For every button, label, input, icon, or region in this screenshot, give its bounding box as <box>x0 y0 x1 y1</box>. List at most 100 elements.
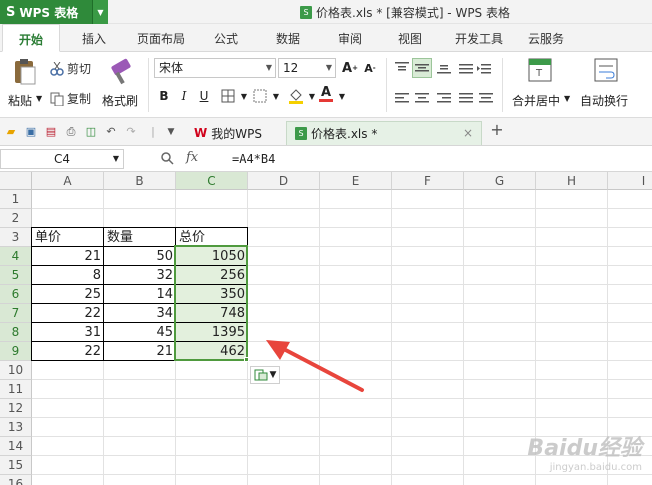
column-header-a[interactable]: A <box>32 172 104 190</box>
borders-button[interactable] <box>220 88 236 104</box>
table-cell[interactable]: 34 <box>104 304 176 323</box>
row-header-9[interactable]: 9 <box>0 342 32 361</box>
tab-developer[interactable]: 开发工具 <box>446 24 512 52</box>
orientation-button[interactable] <box>458 60 474 76</box>
format-painter-button[interactable]: 格式刷 <box>102 58 142 112</box>
table-cell[interactable]: 748 <box>176 304 248 323</box>
indent-button[interactable] <box>476 60 492 76</box>
tab-review[interactable]: 审阅 <box>328 24 372 52</box>
merge-center-button[interactable]: T 合并居中 ▼ <box>508 58 572 112</box>
cell-style-button[interactable] <box>252 88 268 104</box>
align-top-button[interactable] <box>394 60 410 76</box>
row-header-3[interactable]: 3 <box>0 228 32 247</box>
row-header-7[interactable]: 7 <box>0 304 32 323</box>
wrap-text-button[interactable]: 自动换行 <box>578 58 634 112</box>
copy-button[interactable]: 复制 <box>50 90 91 107</box>
column-header-d[interactable]: D <box>248 172 320 190</box>
tab-data[interactable]: 数据 <box>266 24 310 52</box>
table-cell[interactable]: 45 <box>104 323 176 342</box>
row-header-5[interactable]: 5 <box>0 266 32 285</box>
row-header-13[interactable]: 13 <box>0 418 32 437</box>
row-header-4[interactable]: 4 <box>0 247 32 266</box>
table-cell[interactable]: 350 <box>176 285 248 304</box>
save-icon[interactable]: ▣ <box>24 125 38 139</box>
tab-cloud[interactable]: 云服务 <box>518 24 574 52</box>
doc-tab-my-wps[interactable]: W 我的WPS <box>186 121 286 145</box>
bold-button[interactable]: B <box>156 88 172 104</box>
font-size-select[interactable]: 12 ▼ <box>278 58 336 78</box>
row-header-2[interactable]: 2 <box>0 209 32 228</box>
align-middle-button[interactable] <box>412 58 432 78</box>
tab-view[interactable]: 视图 <box>388 24 432 52</box>
table-cell[interactable]: 31 <box>32 323 104 342</box>
table-cell[interactable]: 22 <box>32 342 104 361</box>
paste-button[interactable]: 粘贴 ▼ <box>6 58 44 112</box>
column-header-e[interactable]: E <box>320 172 392 190</box>
cut-button[interactable]: 剪切 <box>50 60 91 77</box>
distributed-button[interactable] <box>478 90 494 106</box>
doc-tab-price-sheet[interactable]: S 价格表.xls * × <box>286 121 482 145</box>
tab-formulas[interactable]: 公式 <box>204 24 248 52</box>
print-preview-icon[interactable]: ◫ <box>84 125 98 139</box>
column-header-i[interactable]: I <box>608 172 652 190</box>
table-cell[interactable]: 256 <box>176 266 248 285</box>
formula-input[interactable]: =A4*B4 <box>232 152 275 166</box>
table-cell[interactable]: 462 <box>176 342 248 361</box>
table-header-cell[interactable]: 单价 <box>32 228 104 247</box>
row-header-11[interactable]: 11 <box>0 380 32 399</box>
undo-icon[interactable]: ↶ <box>104 125 118 139</box>
fill-color-button[interactable] <box>288 88 304 104</box>
table-cell[interactable]: 21 <box>32 247 104 266</box>
name-box[interactable]: C4 ▼ <box>0 149 124 169</box>
fill-handle[interactable] <box>244 357 249 362</box>
new-tab-plus-icon[interactable]: + <box>490 122 504 138</box>
row-header-8[interactable]: 8 <box>0 323 32 342</box>
app-menu-button[interactable]: S WPS 表格 ▼ <box>0 0 108 24</box>
table-header-cell[interactable]: 总价 <box>176 228 248 247</box>
table-cell[interactable]: 1395 <box>176 323 248 342</box>
column-header-c[interactable]: C <box>176 172 248 190</box>
tab-page-layout[interactable]: 页面布局 <box>128 24 194 52</box>
table-cell[interactable]: 1050 <box>176 247 248 266</box>
export-pdf-icon[interactable]: ▤ <box>44 125 58 139</box>
zoom-search-icon[interactable] <box>160 151 174 168</box>
tab-insert[interactable]: 插入 <box>72 24 116 52</box>
customize-toolbar-chevron-icon[interactable]: ▼ <box>164 125 178 139</box>
table-cell[interactable]: 22 <box>32 304 104 323</box>
column-header-f[interactable]: F <box>392 172 464 190</box>
row-header-6[interactable]: 6 <box>0 285 32 304</box>
tab-home[interactable]: 开始 <box>2 24 60 52</box>
table-cell[interactable]: 25 <box>32 285 104 304</box>
print-icon[interactable]: ⎙ <box>64 125 78 139</box>
chevron-down-icon[interactable]: ▼ <box>236 88 252 104</box>
row-header-16[interactable]: 16 <box>0 475 32 485</box>
row-header-14[interactable]: 14 <box>0 437 32 456</box>
row-header-10[interactable]: 10 <box>0 361 32 380</box>
column-header-h[interactable]: H <box>536 172 608 190</box>
chevron-down-icon[interactable]: ▼ <box>268 88 284 104</box>
decrease-font-size-button[interactable]: A- <box>362 60 378 76</box>
close-icon[interactable]: × <box>463 126 473 140</box>
insert-function-button[interactable]: fx <box>186 150 198 165</box>
table-cell[interactable]: 8 <box>32 266 104 285</box>
align-center-button[interactable] <box>414 90 430 106</box>
italic-button[interactable]: I <box>176 88 192 104</box>
column-header-g[interactable]: G <box>464 172 536 190</box>
table-cell[interactable]: 50 <box>104 247 176 266</box>
row-header-15[interactable]: 15 <box>0 456 32 475</box>
table-cell[interactable]: 14 <box>104 285 176 304</box>
align-right-button[interactable] <box>436 90 452 106</box>
row-header-1[interactable]: 1 <box>0 190 32 209</box>
chevron-down-icon[interactable]: ▼ <box>334 88 350 104</box>
open-folder-icon[interactable]: ▰ <box>4 125 18 139</box>
column-header-b[interactable]: B <box>104 172 176 190</box>
redo-icon[interactable]: ↷ <box>124 125 138 139</box>
underline-button[interactable]: U <box>196 88 212 104</box>
increase-font-size-button[interactable]: A + <box>342 60 358 76</box>
table-cell[interactable]: 32 <box>104 266 176 285</box>
align-left-button[interactable] <box>394 90 410 106</box>
table-header-cell[interactable]: 数量 <box>104 228 176 247</box>
chevron-down-icon[interactable]: ▼ <box>92 0 108 24</box>
align-bottom-button[interactable] <box>436 60 452 76</box>
justify-button[interactable] <box>458 90 474 106</box>
